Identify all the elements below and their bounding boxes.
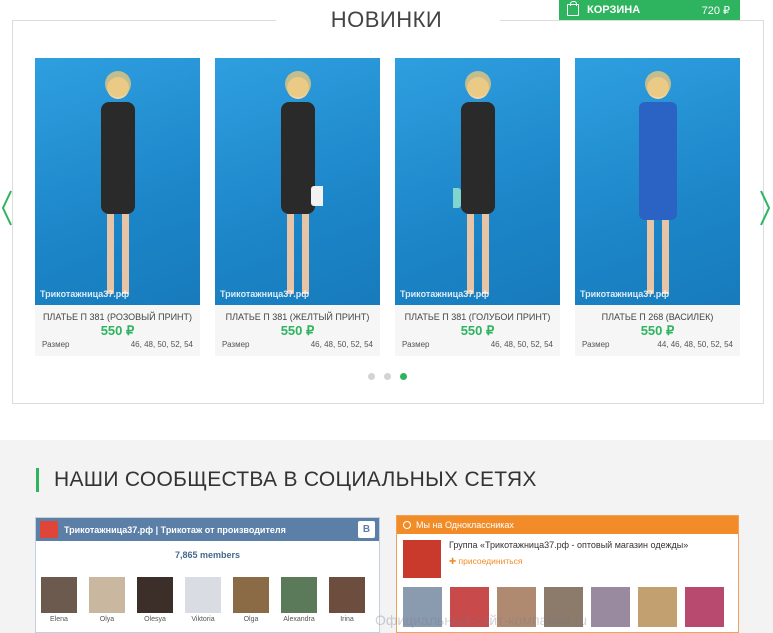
- member-name[interactable]: Olya: [89, 616, 125, 623]
- size-label: Размер: [42, 340, 70, 349]
- model-figure: [101, 71, 135, 294]
- vk-members-count: 7,865 members: [174, 550, 241, 560]
- size-list: 44, 46, 48, 50, 52, 54: [657, 340, 733, 349]
- member-name[interactable]: Irina: [329, 616, 365, 623]
- product-name[interactable]: ПЛАТЬЕ П 381 (ГОЛУБОИ ПРИНТ): [395, 312, 560, 322]
- ok-header-label: Мы на Одноклассниках: [416, 520, 514, 530]
- product-photo[interactable]: Трикотажница37.рф: [575, 58, 740, 305]
- vk-member[interactable]: Irina: [329, 577, 365, 623]
- avatar[interactable]: [41, 577, 77, 613]
- size-list: 46, 48, 50, 52, 54: [310, 340, 373, 349]
- carousel-dot[interactable]: [368, 373, 375, 380]
- product-card[interactable]: Трикотажница37.рф ПЛАТЬЕ П 381 (ГОЛУБОИ …: [395, 58, 560, 356]
- product-card[interactable]: Трикотажница37.рф ПЛАТЬЕ П 381 (РОЗОВЫЙ …: [35, 58, 200, 356]
- product-price: 550 ₽: [640, 323, 675, 338]
- avatar[interactable]: [89, 577, 125, 613]
- vk-group-title[interactable]: Трикотажница37.рф | Трикотаж от производ…: [64, 525, 286, 535]
- photo-watermark: Трикотажница37.рф: [40, 289, 130, 299]
- size-label: Размер: [222, 340, 250, 349]
- ok-group-name[interactable]: Группа «Трикотажница37.рф - оптовый мага…: [449, 540, 688, 550]
- vk-widget: Трикотажница37.рф | Трикотаж от производ…: [35, 517, 380, 633]
- member-name[interactable]: Viktoria: [185, 616, 221, 623]
- avatar[interactable]: [185, 577, 221, 613]
- vk-member[interactable]: Alexandra: [281, 577, 317, 623]
- site-watermark: Официальный-сайт-компании.ru: [375, 612, 588, 628]
- member-thumbnail[interactable]: [638, 587, 677, 627]
- avatar[interactable]: [137, 577, 173, 613]
- product-price: 550 ₽: [460, 323, 495, 338]
- product-photo[interactable]: Трикотажница37.рф: [35, 58, 200, 305]
- avatar[interactable]: [329, 577, 365, 613]
- avatar[interactable]: [233, 577, 269, 613]
- product-name[interactable]: ПЛАТЬЕ П 381 (ЖЕЛТЫЙ ПРИНТ): [215, 312, 380, 322]
- odnoklassniki-icon: [403, 521, 411, 529]
- photo-watermark: Трикотажница37.рф: [400, 289, 490, 299]
- product-name[interactable]: ПЛАТЬЕ П 268 (ВАСИЛЕК): [575, 312, 740, 322]
- section-title: НОВИНКИ: [330, 7, 443, 32]
- product-card[interactable]: Трикотажница37.рф ПЛАТЬЕ П 381 (ЖЕЛТЫЙ П…: [215, 58, 380, 356]
- member-name[interactable]: Olga: [233, 616, 269, 623]
- product-card[interactable]: Трикотажница37.рф ПЛАТЬЕ П 268 (ВАСИЛЕК)…: [575, 58, 740, 356]
- photo-watermark: Трикотажница37.рф: [220, 289, 310, 299]
- vk-members-list: Elena Olya Olesya Viktoria Olga Alexandr…: [36, 577, 379, 623]
- model-figure: [639, 71, 677, 294]
- vk-member[interactable]: Elena: [41, 577, 77, 623]
- group-logo: [40, 521, 58, 538]
- carousel-pagination: [368, 373, 407, 380]
- size-label: Размер: [582, 340, 610, 349]
- join-label[interactable]: присоединиться: [458, 556, 522, 566]
- prev-arrow-button[interactable]: [0, 188, 14, 228]
- product-photo[interactable]: Трикотажница37.рф: [215, 58, 380, 305]
- join-button[interactable]: ✚ присоединиться: [449, 556, 688, 567]
- product-price: 550 ₽: [100, 323, 135, 338]
- carousel-dot-active[interactable]: [400, 373, 407, 380]
- member-thumbnail[interactable]: [591, 587, 630, 627]
- product-photo[interactable]: Трикотажница37.рф: [395, 58, 560, 305]
- member-name[interactable]: Elena: [41, 616, 77, 623]
- size-label: Размер: [402, 340, 430, 349]
- avatar[interactable]: [281, 577, 317, 613]
- model-figure: [281, 71, 323, 294]
- member-name[interactable]: Alexandra: [281, 616, 317, 623]
- model-figure: [453, 71, 495, 294]
- vk-widget-header[interactable]: Трикотажница37.рф | Трикотаж от производ…: [36, 518, 379, 541]
- vk-member[interactable]: Olya: [89, 577, 125, 623]
- chevron-right-icon: [760, 190, 771, 226]
- social-section-title: НАШИ СООБЩЕСТВА В СОЦИАЛЬНЫХ СЕТЯХ: [36, 468, 537, 492]
- carousel-dot[interactable]: [384, 373, 391, 380]
- vk-icon[interactable]: B: [358, 521, 375, 538]
- product-price: 550 ₽: [280, 323, 315, 338]
- member-name[interactable]: Olesya: [137, 616, 173, 623]
- ok-widget-header: Мы на Одноклассниках: [397, 516, 738, 534]
- size-list: 46, 48, 50, 52, 54: [490, 340, 553, 349]
- photo-watermark: Трикотажница37.рф: [580, 289, 670, 299]
- next-arrow-button[interactable]: [758, 188, 772, 228]
- vk-member[interactable]: Olesya: [137, 577, 173, 623]
- member-thumbnail[interactable]: [685, 587, 724, 627]
- vk-member[interactable]: Viktoria: [185, 577, 221, 623]
- group-logo[interactable]: [403, 540, 441, 578]
- product-name[interactable]: ПЛАТЬЕ П 381 (РОЗОВЫЙ ПРИНТ): [35, 312, 200, 322]
- vk-member[interactable]: Olga: [233, 577, 269, 623]
- chevron-left-icon: [1, 190, 12, 226]
- size-list: 46, 48, 50, 52, 54: [130, 340, 193, 349]
